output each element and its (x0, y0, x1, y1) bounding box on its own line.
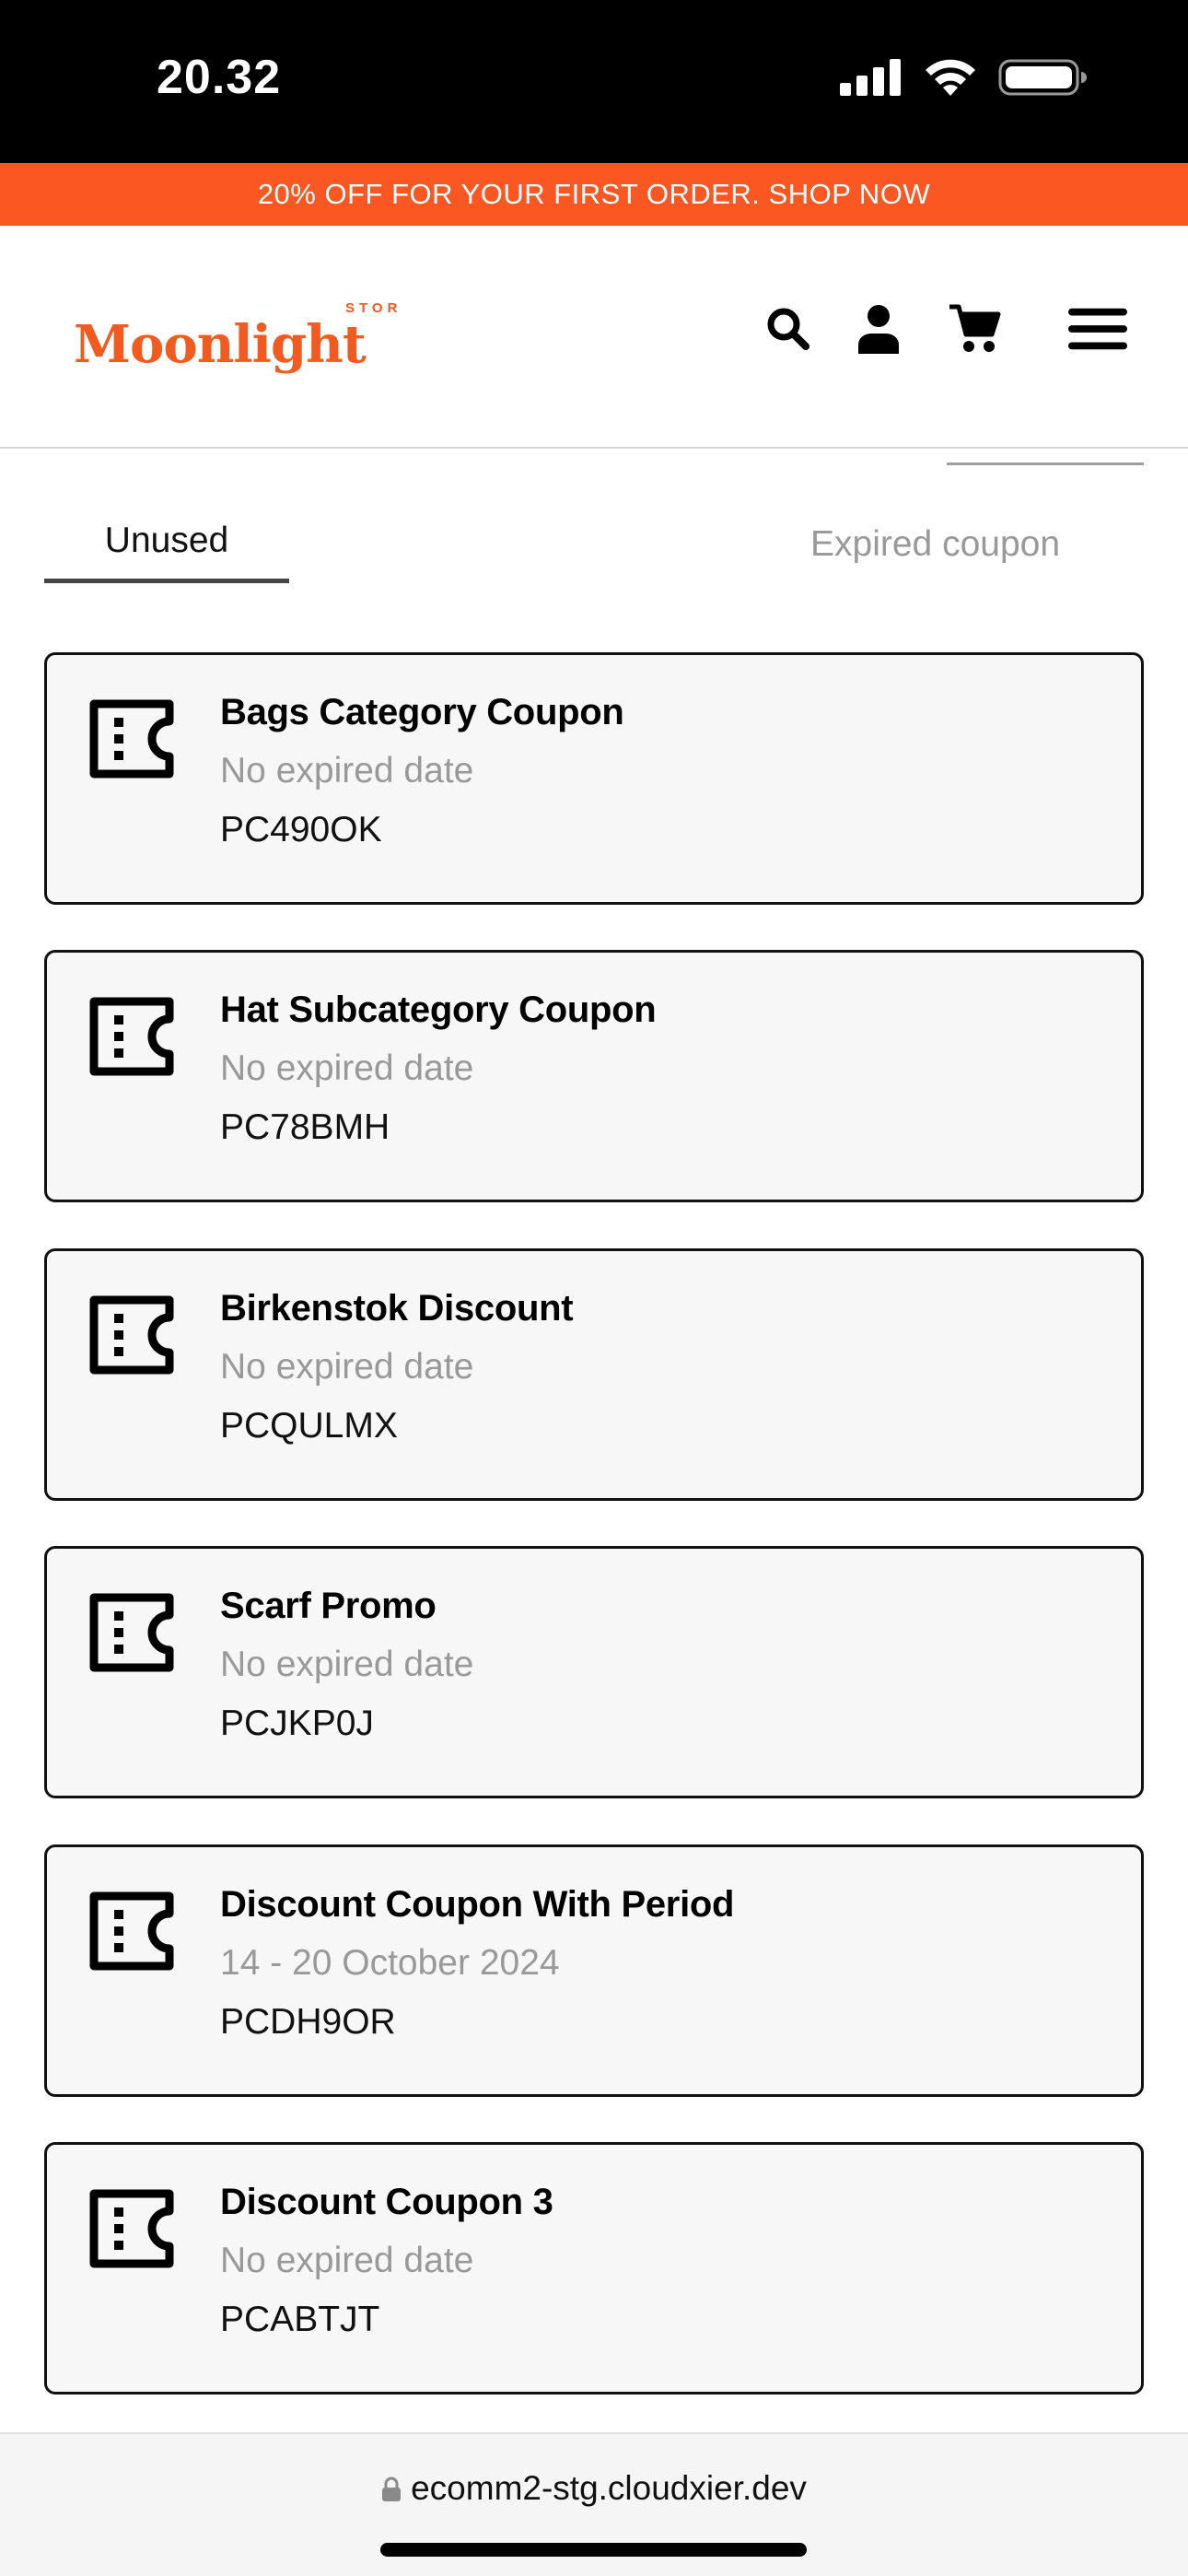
coupon-code: PC490OK (220, 810, 382, 849)
coupon-title: Discount Coupon With Period (220, 1884, 735, 1925)
cart-button[interactable] (947, 301, 1002, 357)
coupon-date: No expired date (220, 751, 474, 790)
browser-url-bar[interactable]: ecomm2-stg.cloudxier.dev (0, 2432, 1188, 2576)
search-button[interactable] (761, 301, 816, 357)
tab-divider (947, 463, 1144, 465)
menu-icon (1068, 308, 1127, 350)
ticket-icon (89, 2189, 174, 2268)
store-logo[interactable]: Moonlight STORE (74, 290, 405, 392)
coupon-date: No expired date (220, 1347, 474, 1387)
coupon-card[interactable]: Discount Coupon 3 No expired date PCABTJ… (44, 2142, 1144, 2395)
promo-banner[interactable]: 20% OFF FOR YOUR FIRST ORDER. SHOP NOW (0, 163, 1188, 226)
user-icon (858, 305, 899, 354)
status-time: 20.32 (157, 51, 282, 104)
home-indicator[interactable] (380, 2543, 807, 2557)
url-text: ecomm2-stg.cloudxier.dev (411, 2469, 807, 2507)
promo-banner-text[interactable]: 20% OFF FOR YOUR FIRST ORDER. SHOP NOW (258, 178, 930, 211)
search-icon (767, 308, 809, 350)
logo-text: Moonlight (74, 314, 367, 375)
coupon-card[interactable]: Discount Coupon With Period 14 - 20 Octo… (44, 1844, 1144, 2097)
coupon-date: No expired date (220, 1048, 474, 1088)
cellular-signal-icon (840, 59, 901, 96)
svg-text:STORE: STORE (345, 300, 401, 316)
ticket-icon (89, 1891, 174, 1971)
site-header: Moonlight STORE (0, 226, 1188, 449)
logo-store-text: STORE (345, 300, 401, 316)
account-button[interactable] (851, 301, 906, 357)
coupon-card[interactable]: Scarf Promo No expired date PCJKP0J (44, 1546, 1144, 1798)
coupon-code: PC78BMH (220, 1107, 390, 1147)
coupon-code: PCQULMX (220, 1406, 398, 1446)
ticket-icon (89, 997, 174, 1076)
status-bar: 20.32 (0, 0, 1188, 163)
tab-active-indicator (44, 579, 289, 583)
tab-unused[interactable]: Unused (44, 521, 289, 561)
url-display[interactable]: ecomm2-stg.cloudxier.dev (0, 2469, 1188, 2508)
coupon-title: Birkenstok Discount (220, 1288, 574, 1329)
coupon-date: No expired date (220, 1645, 474, 1684)
coupon-code: PCDH9OR (220, 2002, 396, 2042)
coupon-title: Bags Category Coupon (220, 692, 624, 732)
coupon-title: Hat Subcategory Coupon (220, 989, 657, 1030)
wifi-icon (926, 59, 975, 96)
menu-button[interactable] (1068, 301, 1127, 357)
cart-icon (949, 304, 1001, 352)
logo-store-arc: STORE (345, 300, 401, 316)
coupon-title: Scarf Promo (220, 1586, 437, 1626)
ticket-icon (89, 699, 174, 779)
ticket-icon (89, 1295, 174, 1375)
coupon-code: PCJKP0J (220, 1704, 374, 1743)
coupon-title: Discount Coupon 3 (220, 2182, 553, 2222)
coupon-date: 14 - 20 October 2024 (220, 1943, 560, 1983)
coupon-card[interactable]: Hat Subcategory Coupon No expired date P… (44, 950, 1144, 1202)
status-icons (840, 57, 1087, 98)
coupon-card[interactable]: Bags Category Coupon No expired date PC4… (44, 652, 1144, 905)
coupon-card[interactable]: Birkenstok Discount No expired date PCQU… (44, 1248, 1144, 1501)
coupon-code: PCABTJT (220, 2300, 380, 2339)
battery-icon (998, 59, 1087, 96)
tab-expired-coupon[interactable]: Expired coupon (810, 524, 1060, 565)
lock-icon (382, 2476, 402, 2501)
coupon-date: No expired date (220, 2241, 474, 2280)
ticket-icon (89, 1593, 174, 1672)
